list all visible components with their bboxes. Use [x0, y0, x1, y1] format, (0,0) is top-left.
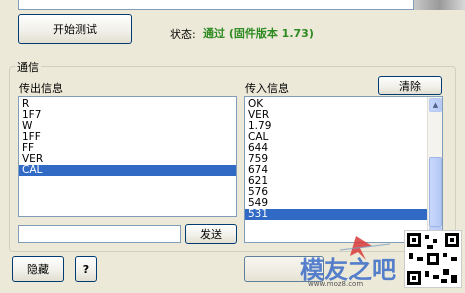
incoming-list-item[interactable]: 576 — [245, 187, 427, 198]
start-test-button[interactable]: 开始测试 — [18, 14, 132, 44]
send-label: 发送 — [200, 228, 222, 241]
incoming-list-item[interactable]: OK — [245, 99, 427, 110]
incoming-label: 传入信息 — [245, 82, 289, 95]
hide-label: 隐藏 — [27, 263, 49, 276]
status-value: 通过 (固件版本 1.73) — [203, 27, 314, 40]
incoming-list-item[interactable]: VER — [245, 110, 427, 121]
outgoing-list-item[interactable]: FF — [19, 143, 236, 154]
incoming-list-item[interactable]: 1.79 — [245, 121, 427, 132]
partial-button[interactable] — [244, 256, 324, 282]
outgoing-list-item[interactable]: CAL — [19, 165, 236, 176]
outgoing-list-item[interactable]: 1FF — [19, 132, 236, 143]
incoming-list-item[interactable]: CAL — [245, 132, 427, 143]
incoming-list[interactable]: OKVER1.79CAL644759674621576549531 ▲ ▼ — [244, 96, 443, 243]
outgoing-list-item[interactable]: R — [19, 99, 236, 110]
scroll-thumb[interactable] — [429, 157, 442, 227]
hide-button[interactable]: 隐藏 — [12, 256, 64, 282]
incoming-rows: OK VER 1.79 CAL 644 759 674 621 576 549 531 — [245, 97, 442, 220]
top-panel — [18, 0, 414, 10]
outgoing-list[interactable]: R 1F7 W 1FF FF VER CAL — [18, 96, 237, 217]
outgoing-list-item[interactable]: VER — [19, 154, 236, 165]
incoming-list-item[interactable]: 759 — [245, 154, 427, 165]
outgoing-label: 传出信息 — [19, 82, 63, 95]
device-photo — [414, 0, 465, 10]
incoming-list-item[interactable]: 531 — [245, 209, 427, 220]
outgoing-rows: R 1F7 W 1FF FF VER CAL — [19, 97, 236, 176]
comm-group-label: 通信 — [15, 59, 41, 75]
incoming-list-item[interactable]: 621 — [245, 176, 427, 187]
incoming-scrollbar[interactable]: ▲ ▼ — [427, 97, 442, 242]
qr-code — [404, 230, 462, 288]
status-label: 状态: — [170, 28, 196, 41]
incoming-list-item[interactable]: 549 — [245, 198, 427, 209]
help-button[interactable]: ? — [75, 256, 97, 282]
clear-button[interactable]: 清除 — [378, 76, 442, 95]
incoming-list-item[interactable]: 644 — [245, 143, 427, 154]
help-icon: ? — [82, 262, 90, 276]
incoming-list-item[interactable]: 674 — [245, 165, 427, 176]
start-test-label: 开始测试 — [53, 23, 97, 36]
send-input[interactable] — [18, 225, 181, 243]
clear-label: 清除 — [399, 79, 421, 93]
send-button[interactable]: 发送 — [185, 224, 237, 244]
scroll-up-arrow-icon[interactable]: ▲ — [429, 98, 442, 112]
outgoing-list-item[interactable]: W — [19, 121, 236, 132]
outgoing-list-item[interactable]: 1F7 — [19, 110, 236, 121]
